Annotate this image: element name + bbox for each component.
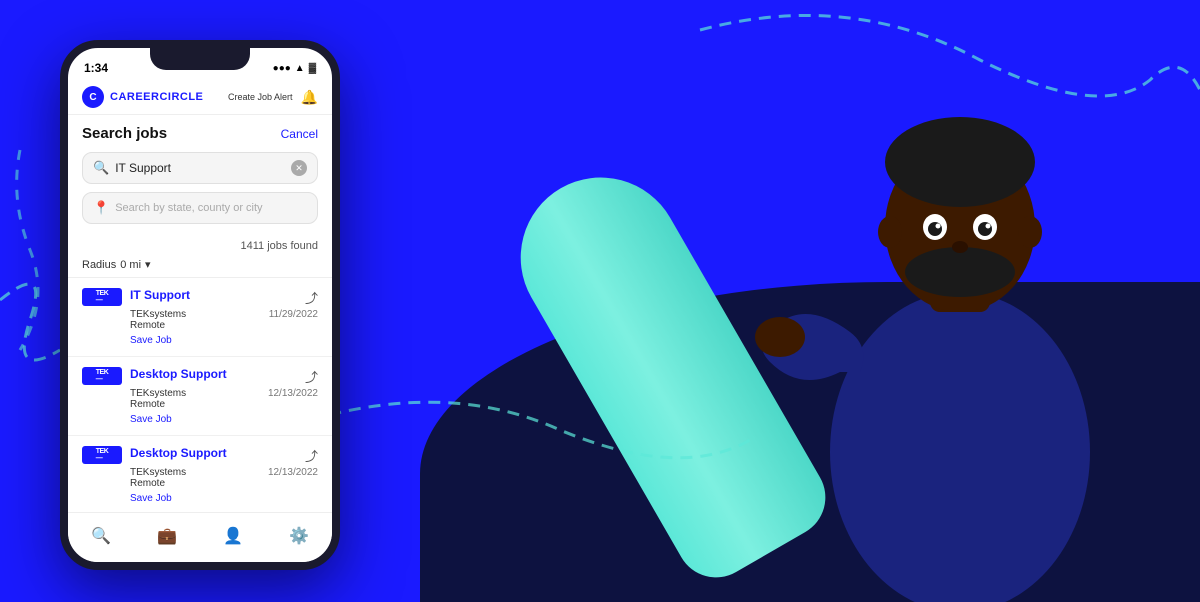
person-svg xyxy=(700,72,1120,602)
job-info-row: TEKsystems 12/13/2022 xyxy=(130,388,318,399)
job-location: Remote xyxy=(130,478,318,489)
job-item[interactable]: TEK— Desktop Support ⤴ TEKsystems 12/13/… xyxy=(68,436,332,515)
bell-icon[interactable]: 🔔 xyxy=(301,89,318,106)
nav-settings[interactable]: ⚙️ xyxy=(289,526,309,546)
nav-search-icon: 🔍 xyxy=(91,526,111,546)
location-placeholder: Search by state, county or city xyxy=(115,202,262,214)
save-job-button[interactable]: Save Job xyxy=(130,414,318,425)
status-icons: ●●● ▲ ▓ xyxy=(273,63,316,74)
job-item[interactable]: TEK— IT Support ⤴ TEKsystems 11/29/2022 … xyxy=(68,278,332,357)
job-title[interactable]: Desktop Support xyxy=(122,367,305,381)
phone-notch xyxy=(150,48,250,70)
app-logo-text: CAREERCIRCLE xyxy=(110,91,203,103)
phone-screen: 1:34 ●●● ▲ ▓ C CAREERCIRCLE Create Job A… xyxy=(60,40,340,570)
share-icon[interactable]: ⤴ xyxy=(305,367,318,386)
company-name: TEKsystems xyxy=(130,467,186,478)
save-job-button[interactable]: Save Job xyxy=(130,335,318,346)
search-title: Search jobs xyxy=(82,125,167,142)
nav-settings-icon: ⚙️ xyxy=(289,526,309,546)
job-top-row: TEK— Desktop Support ⤴ xyxy=(82,446,318,465)
character-illustration xyxy=(600,62,1120,602)
create-alert-label[interactable]: Create Job Alert xyxy=(228,92,293,102)
job-title[interactable]: Desktop Support xyxy=(122,446,305,460)
job-info-row: TEKsystems 11/29/2022 xyxy=(130,309,318,320)
job-item[interactable]: TEK— Desktop Support ⤴ TEKsystems 12/13/… xyxy=(68,357,332,436)
company-logo: TEK— xyxy=(82,446,122,464)
company-logo: TEK— xyxy=(82,367,122,385)
company-logo: TEK— xyxy=(82,288,122,306)
job-location: Remote xyxy=(130,320,318,331)
status-time: 1:34 xyxy=(84,61,108,75)
cancel-button[interactable]: Cancel xyxy=(281,127,318,141)
job-location: Remote xyxy=(130,399,318,410)
signal-icon: ●●● xyxy=(273,63,291,74)
logo-area: C CAREERCIRCLE xyxy=(82,86,203,108)
location-input-row[interactable]: 📍 Search by state, county or city xyxy=(82,192,318,224)
keyword-input-row[interactable]: 🔍 IT Support ✕ xyxy=(82,152,318,184)
search-section: Search jobs Cancel 🔍 IT Support ✕ 📍 Sear… xyxy=(68,115,332,234)
search-magnifier-icon: 🔍 xyxy=(93,160,109,176)
radius-row: Radius 0 mi ▾ xyxy=(68,254,332,278)
job-top-row: TEK— IT Support ⤴ xyxy=(82,288,318,307)
company-name: TEKsystems xyxy=(130,388,186,399)
radius-filter[interactable]: Radius 0 mi ▾ xyxy=(82,258,151,271)
job-date: 12/13/2022 xyxy=(268,467,318,478)
job-info-row: TEKsystems 12/13/2022 xyxy=(130,467,318,478)
bottom-navigation: 🔍 💼 👤 ⚙️ xyxy=(68,512,332,562)
share-icon[interactable]: ⤴ xyxy=(305,446,318,465)
job-date: 11/29/2022 xyxy=(269,309,318,320)
phone-mockup: 1:34 ●●● ▲ ▓ C CAREERCIRCLE Create Job A… xyxy=(60,40,350,580)
app-logo-icon: C xyxy=(82,86,104,108)
job-date: 12/13/2022 xyxy=(268,388,318,399)
nav-jobs-icon: 💼 xyxy=(157,526,177,546)
company-name: TEKsystems xyxy=(130,309,186,320)
radius-label: Radius xyxy=(82,259,116,271)
job-title[interactable]: IT Support xyxy=(122,288,305,302)
search-title-row: Search jobs Cancel xyxy=(82,125,318,142)
header-right: Create Job Alert 🔔 xyxy=(228,89,318,106)
nav-jobs[interactable]: 💼 xyxy=(157,526,177,546)
job-top-row: TEK— Desktop Support ⤴ xyxy=(82,367,318,386)
background: 1:34 ●●● ▲ ▓ C CAREERCIRCLE Create Job A… xyxy=(0,0,1200,602)
app-header: C CAREERCIRCLE Create Job Alert 🔔 xyxy=(68,80,332,115)
share-icon[interactable]: ⤴ xyxy=(305,288,318,307)
nav-profile[interactable]: 👤 xyxy=(223,526,243,546)
radius-dropdown-icon[interactable]: ▾ xyxy=(145,258,151,271)
results-count: 1411 jobs found xyxy=(68,234,332,254)
radius-value: 0 mi xyxy=(120,259,141,271)
battery-icon: ▓ xyxy=(309,63,316,74)
nav-search[interactable]: 🔍 xyxy=(91,526,111,546)
location-pin-icon: 📍 xyxy=(93,200,109,216)
keyword-value[interactable]: IT Support xyxy=(115,161,291,175)
clear-search-button[interactable]: ✕ xyxy=(291,160,307,176)
save-job-button[interactable]: Save Job xyxy=(130,493,318,504)
wifi-icon: ▲ xyxy=(295,63,305,74)
nav-profile-icon: 👤 xyxy=(223,526,243,546)
